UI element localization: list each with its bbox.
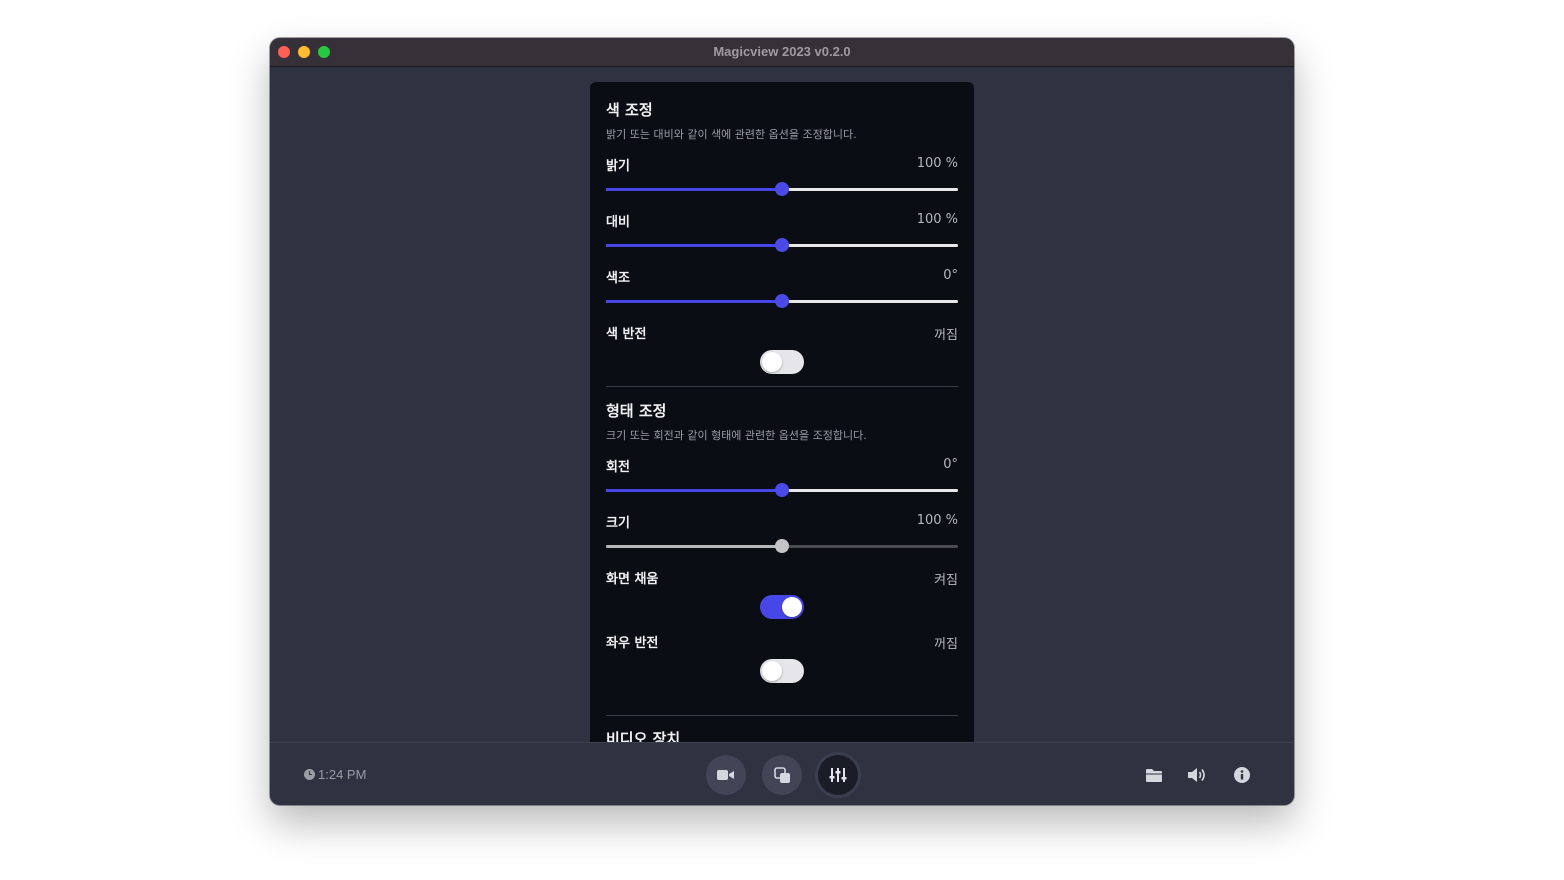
hue-value: 0° xyxy=(943,268,958,283)
brightness-label: 밝기 xyxy=(606,159,630,174)
section-divider xyxy=(606,386,958,387)
scale-value: 100 % xyxy=(916,513,958,528)
slider-fill xyxy=(606,300,782,303)
invert-state: 꺼짐 xyxy=(934,328,958,343)
toggle-knob xyxy=(762,661,782,681)
volume-icon xyxy=(1188,768,1205,782)
scale-slider[interactable] xyxy=(606,538,958,554)
clock-time: 1:24 PM xyxy=(318,767,367,782)
toggle-knob xyxy=(782,597,802,617)
copy-icon xyxy=(773,766,790,783)
sliders-icon xyxy=(829,768,847,782)
video-section-title: 비디오 장치 xyxy=(606,730,681,742)
fill-screen-toggle[interactable] xyxy=(760,595,804,619)
window-title: Magicview 2023 v0.2.0 xyxy=(713,44,851,59)
shape-section-title: 형태 조정 xyxy=(606,402,667,420)
fill-screen-state: 켜짐 xyxy=(934,573,958,588)
slider-thumb[interactable] xyxy=(775,238,789,252)
mirror-toggle[interactable] xyxy=(760,659,804,683)
brightness-slider[interactable] xyxy=(606,181,958,197)
bottom-toolbar: 1:24 PM xyxy=(270,742,1294,805)
open-folder-button[interactable] xyxy=(1144,765,1164,785)
shape-section-description: 크기 또는 회전과 같이 형태에 관련한 옵션을 조정합니다. xyxy=(606,429,867,442)
slider-fill xyxy=(606,188,782,191)
mirror-label: 좌우 반전 xyxy=(606,636,659,651)
slider-fill xyxy=(606,244,782,247)
folder-icon xyxy=(1146,768,1162,782)
rotation-slider[interactable] xyxy=(606,482,958,498)
clock: 1:24 PM xyxy=(304,767,366,782)
slider-fill xyxy=(606,545,782,548)
slider-thumb[interactable] xyxy=(775,483,789,497)
info-button[interactable] xyxy=(1232,765,1252,785)
invert-label: 색 반전 xyxy=(606,327,647,342)
hue-label: 색조 xyxy=(606,271,630,286)
scale-label: 크기 xyxy=(606,516,630,531)
hue-slider[interactable] xyxy=(606,293,958,309)
adjustments-button[interactable] xyxy=(818,755,858,795)
settings-panel[interactable]: 색 조정 밝기 또는 대비와 같이 색에 관련한 옵션을 조정합니다. 밝기 1… xyxy=(590,82,974,742)
clock-icon xyxy=(304,769,315,780)
copy-button[interactable] xyxy=(762,755,802,795)
rotation-label: 회전 xyxy=(606,460,630,475)
volume-button[interactable] xyxy=(1187,765,1207,785)
rotation-value: 0° xyxy=(943,457,958,472)
contrast-value: 100 % xyxy=(916,212,958,227)
fill-screen-label: 화면 채움 xyxy=(606,572,659,587)
video-icon xyxy=(717,770,734,780)
slider-fill xyxy=(606,489,782,492)
contrast-slider[interactable] xyxy=(606,237,958,253)
main-content: 색 조정 밝기 또는 대비와 같이 색에 관련한 옵션을 조정합니다. 밝기 1… xyxy=(270,67,1294,742)
app-window: Magicview 2023 v0.2.0 색 조정 밝기 또는 대비와 같이 … xyxy=(270,38,1294,805)
contrast-label: 대비 xyxy=(606,215,630,230)
section-divider xyxy=(606,715,958,716)
toggle-knob xyxy=(762,352,782,372)
brightness-value: 100 % xyxy=(916,156,958,171)
slider-thumb[interactable] xyxy=(775,182,789,196)
slider-thumb[interactable] xyxy=(775,294,789,308)
invert-toggle[interactable] xyxy=(760,350,804,374)
title-bar: Magicview 2023 v0.2.0 xyxy=(270,38,1294,67)
slider-thumb[interactable] xyxy=(775,539,789,553)
color-section-title: 색 조정 xyxy=(606,101,653,119)
color-section-description: 밝기 또는 대비와 같이 색에 관련한 옵션을 조정합니다. xyxy=(606,128,857,141)
mirror-state: 꺼짐 xyxy=(934,637,958,652)
video-button[interactable] xyxy=(706,755,746,795)
info-icon xyxy=(1234,767,1250,783)
